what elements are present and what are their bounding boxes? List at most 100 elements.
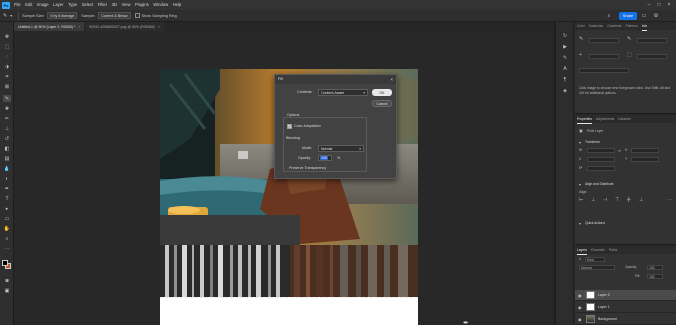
tab-close-icon[interactable]: ×: [78, 25, 80, 29]
menu-edit[interactable]: Edit: [25, 0, 32, 10]
menu-file[interactable]: File: [14, 0, 21, 10]
eyedropper-icon[interactable]: ✎: [3, 13, 7, 19]
eye-icon[interactable]: ◉: [578, 317, 584, 322]
eraser-tool-icon[interactable]: ◧: [3, 145, 11, 152]
color-adaptation-checkbox[interactable]: [287, 124, 292, 129]
mode-dropdown[interactable]: Normal ▾: [318, 145, 364, 152]
tab-gradients[interactable]: Gradients: [607, 22, 621, 30]
tab-paths[interactable]: Paths: [609, 246, 617, 254]
layer-row[interactable]: ◉ Layer 2: [575, 290, 676, 301]
history-brush-tool-icon[interactable]: ↺: [3, 135, 11, 142]
sample-size-dropdown[interactable]: 5 by 5 Average: [47, 12, 78, 19]
brush-tool-icon[interactable]: ✏: [3, 115, 11, 122]
tab-libraries[interactable]: Libraries: [618, 115, 631, 123]
kind-filter-dropdown[interactable]: Kind: [585, 257, 605, 262]
menu-help[interactable]: Help: [173, 0, 182, 10]
zoom-tool-icon[interactable]: ⌕: [3, 235, 11, 242]
tab-adjustments[interactable]: Adjustments: [596, 115, 614, 123]
tab-info[interactable]: Info: [641, 22, 648, 31]
tab-image-png[interactable]: 90932-4256890327.png @ 50% (RGB/8#) ×: [85, 22, 164, 31]
blur-tool-icon[interactable]: 💧: [3, 165, 11, 172]
opacity-input[interactable]: 100: [647, 265, 663, 270]
character-icon[interactable]: A: [561, 65, 569, 72]
menu-type[interactable]: Type: [68, 0, 77, 10]
dodge-tool-icon[interactable]: ◐: [3, 175, 11, 182]
brush-settings-icon[interactable]: ✎: [561, 54, 569, 61]
rectangle-tool-icon[interactable]: ▭: [3, 215, 11, 222]
tab-color[interactable]: Color: [577, 22, 585, 30]
minimize-icon[interactable]: –: [644, 0, 654, 10]
sample-dropdown[interactable]: Current & Below: [98, 12, 131, 19]
workspace-icon[interactable]: ▭: [640, 12, 648, 20]
move-tool-icon[interactable]: ✥: [3, 33, 11, 40]
rotate-icon[interactable]: ⟳: [579, 165, 582, 170]
menu-filter[interactable]: Filter: [98, 0, 107, 10]
preserve-transparency-label[interactable]: Preserve Transparency: [289, 166, 326, 170]
ok-button[interactable]: OK: [372, 89, 392, 96]
y-input[interactable]: [631, 157, 659, 162]
eye-icon[interactable]: ◉: [578, 305, 584, 310]
tab-properties[interactable]: Properties: [577, 115, 593, 124]
align-bottom-icon[interactable]: ⊥: [639, 197, 643, 203]
settings-icon[interactable]: ⚙: [652, 12, 660, 20]
paragraph-icon[interactable]: ¶: [561, 76, 569, 83]
tab-swatches[interactable]: Swatches: [589, 22, 603, 30]
menu-plugins[interactable]: Plugins: [135, 0, 149, 10]
actions-icon[interactable]: ▶: [561, 43, 569, 50]
chevron-down-icon[interactable]: ▾: [579, 182, 581, 187]
frame-tool-icon[interactable]: ⊠: [3, 83, 11, 90]
fill-input[interactable]: 100: [647, 274, 663, 279]
close-icon[interactable]: ×: [664, 0, 674, 10]
object-select-tool-icon[interactable]: ⬗: [3, 63, 11, 70]
height-input[interactable]: [631, 148, 659, 153]
menu-3d[interactable]: 3D: [112, 0, 117, 10]
photoshop-logo[interactable]: Ps: [2, 1, 10, 9]
search-icon[interactable]: ⌕: [579, 256, 581, 261]
dialog-close-icon[interactable]: ×: [390, 75, 393, 84]
tab-layers[interactable]: Layers: [577, 246, 587, 255]
tab-patterns[interactable]: Patterns: [625, 22, 637, 30]
history-icon[interactable]: ↻: [561, 32, 569, 39]
gradient-tool-icon[interactable]: ▤: [3, 155, 11, 162]
screen-mode-icon[interactable]: ▣: [3, 287, 11, 294]
glyphs-icon[interactable]: ◈: [561, 87, 569, 94]
menu-window[interactable]: Window: [153, 0, 168, 10]
menu-view[interactable]: View: [122, 0, 131, 10]
search-icon[interactable]: ⌕: [605, 12, 613, 20]
angle-input[interactable]: [587, 166, 615, 171]
align-left-icon[interactable]: ⊢: [579, 197, 583, 203]
opacity-input[interactable]: 100: [318, 155, 332, 161]
foreground-color-swatch[interactable]: [2, 260, 8, 266]
tool-preset-chevron-icon[interactable]: ▾: [10, 13, 12, 18]
lasso-tool-icon[interactable]: ◌: [3, 53, 11, 60]
contents-dropdown[interactable]: Content-Aware ▾: [318, 89, 368, 96]
show-sampling-ring-checkbox[interactable]: [134, 13, 140, 18]
eye-icon[interactable]: ◉: [578, 293, 584, 298]
marquee-tool-icon[interactable]: ⬚: [3, 43, 11, 50]
layer-row[interactable]: ◉ Background: [575, 314, 676, 325]
tab-close-icon[interactable]: ×: [158, 25, 160, 29]
width-input[interactable]: [587, 148, 615, 153]
menu-layer[interactable]: Layer: [53, 0, 63, 10]
menu-select[interactable]: Select: [82, 0, 94, 10]
hand-tool-icon[interactable]: ✋: [3, 225, 11, 232]
layer-row[interactable]: ◉ Layer 1: [575, 302, 676, 313]
more-options-icon[interactable]: ⋯: [667, 197, 672, 203]
chevron-down-icon[interactable]: ▾: [579, 221, 581, 226]
crop-tool-icon[interactable]: ⌗: [3, 73, 11, 80]
path-select-tool-icon[interactable]: ▸: [3, 205, 11, 212]
menu-image[interactable]: Image: [37, 0, 49, 10]
maximize-icon[interactable]: □: [654, 0, 664, 10]
align-vcenter-icon[interactable]: ╪: [627, 197, 631, 203]
pen-tool-icon[interactable]: ✒: [3, 185, 11, 192]
healing-brush-tool-icon[interactable]: ✚: [3, 105, 11, 112]
cancel-button[interactable]: Cancel: [372, 100, 392, 107]
clone-stamp-tool-icon[interactable]: ⊥: [3, 125, 11, 132]
type-tool-icon[interactable]: T: [3, 195, 11, 202]
eyedropper-tool-icon[interactable]: ✎: [3, 95, 11, 102]
blend-mode-dropdown[interactable]: Normal: [579, 265, 615, 270]
link-icon[interactable]: ∞: [618, 148, 621, 153]
share-button[interactable]: Share: [619, 12, 637, 20]
chevron-down-icon[interactable]: ▾: [579, 140, 581, 145]
align-hcenter-icon[interactable]: ⊥: [591, 197, 595, 203]
